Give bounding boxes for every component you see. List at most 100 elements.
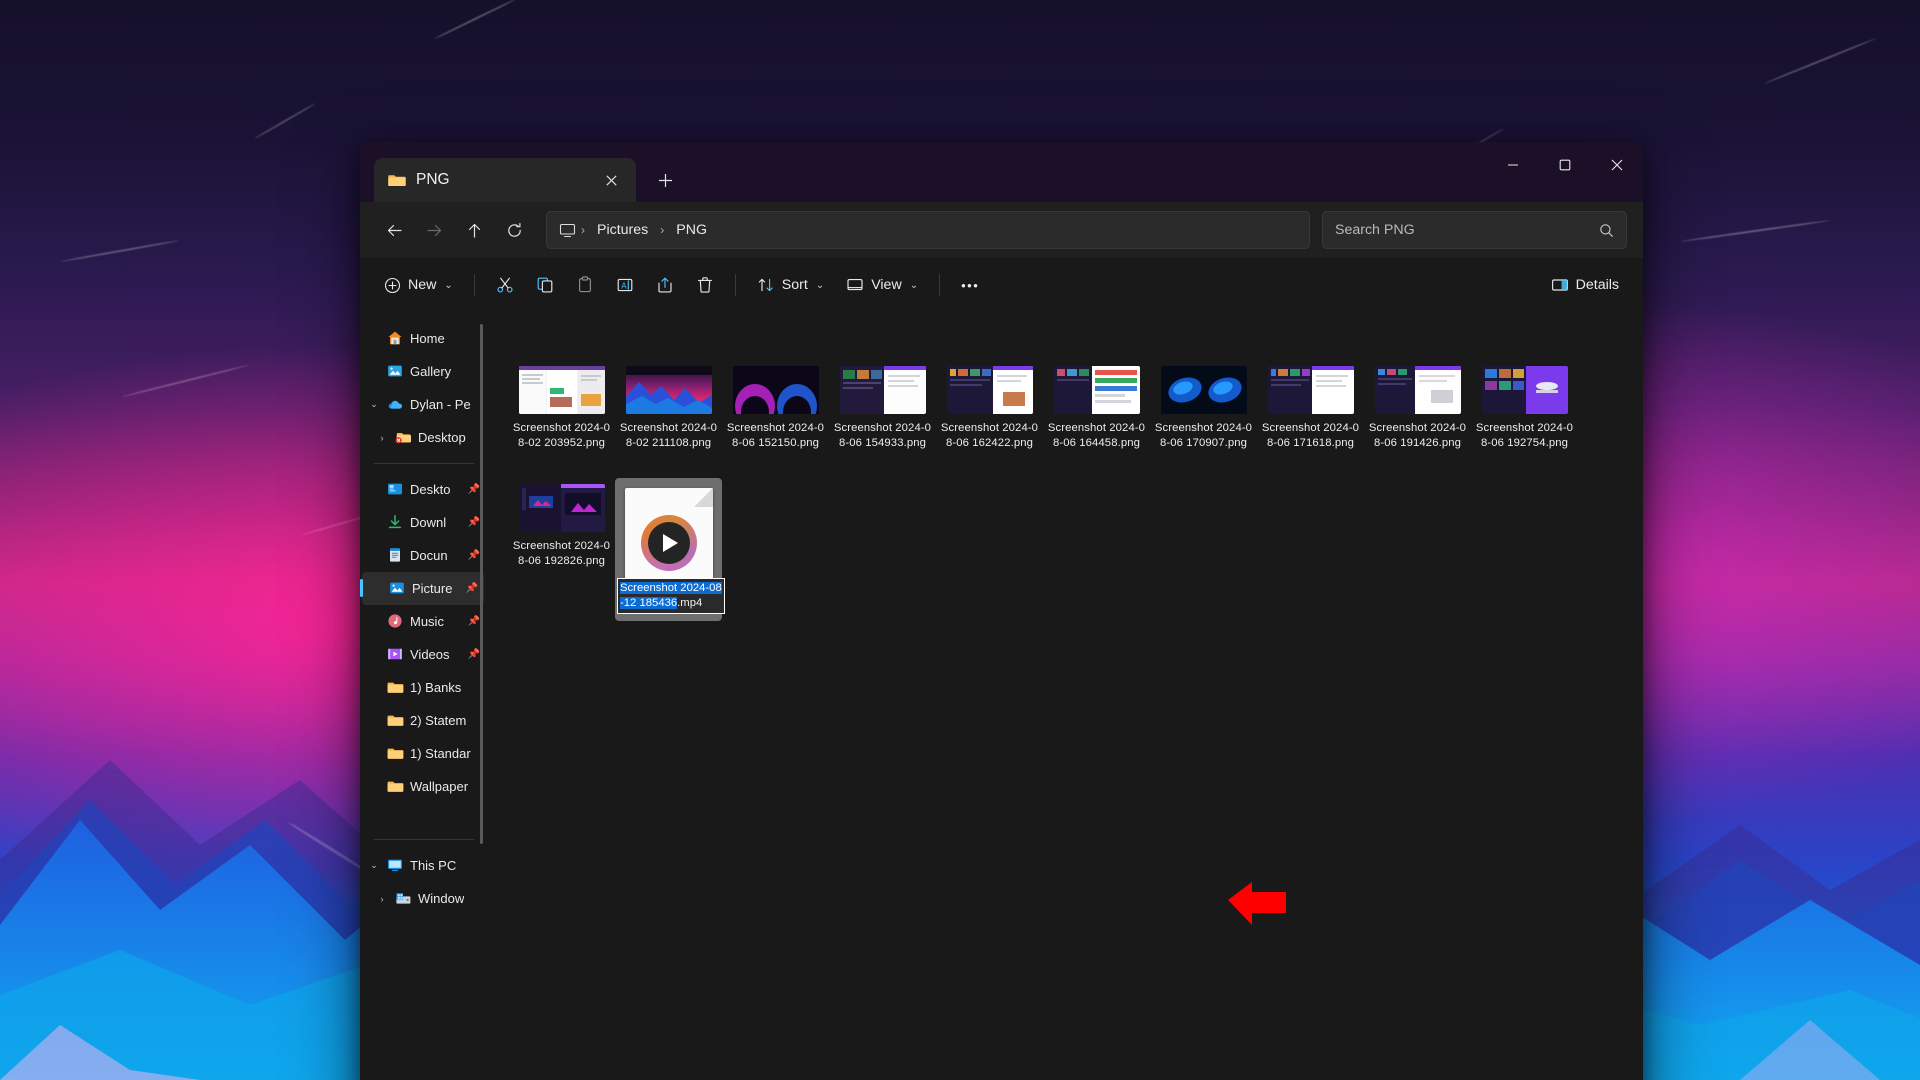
wallpaper-streak (434, 0, 516, 40)
sidebar-item-gallery[interactable]: Gallery (360, 355, 486, 388)
breadcrumb-item-png[interactable]: PNG (669, 219, 714, 241)
file-thumbnail (518, 484, 605, 533)
monitor-icon[interactable] (559, 222, 576, 239)
pin-icon[interactable]: 📌 (468, 484, 480, 495)
wallpaper-streak (60, 239, 180, 263)
sidebar-item-desktop-onedrive[interactable]: › Desktop (360, 421, 486, 454)
sidebar-scrollbar[interactable] (480, 324, 483, 844)
breadcrumb-item-pictures[interactable]: Pictures (590, 219, 655, 241)
share-button[interactable] (646, 266, 684, 304)
command-bar: New ⌄ A Sort ⌄ View ⌄ ••• Details (360, 258, 1643, 312)
paste-button[interactable] (566, 266, 604, 304)
breadcrumb-separator: › (660, 223, 665, 237)
chevron-down-icon: ⌄ (444, 279, 453, 291)
address-bar-row: › Pictures › PNG Search PNG (360, 202, 1643, 258)
file-item[interactable]: Screenshot 2024-08-06 192826.png (508, 478, 615, 621)
close-button[interactable] (1591, 142, 1643, 188)
sidebar-item-this-pc[interactable]: ⌄ This PC (360, 849, 486, 882)
music-icon (387, 613, 405, 631)
delete-button[interactable] (686, 266, 724, 304)
breadcrumb[interactable]: › Pictures › PNG (546, 211, 1310, 249)
sidebar-item-statements[interactable]: 2) Statem (360, 704, 486, 737)
file-thumbnail (625, 366, 712, 414)
file-item[interactable]: Screenshot 2024-08-06 191426.png (1364, 360, 1471, 458)
view-button[interactable]: View ⌄ (836, 266, 928, 304)
gallery-icon (387, 363, 405, 381)
sidebar-item-documents[interactable]: Docun 📌 (360, 539, 486, 572)
file-item[interactable]: Screenshot 2024-08-06 192754.png (1471, 360, 1578, 458)
sidebar-item-wallpaper[interactable]: Wallpaper (360, 770, 486, 803)
navigation-sidebar[interactable]: Home Gallery ⌄ Dylan - Pe › Desktop Desk… (360, 312, 486, 1080)
rename-input[interactable]: Screenshot 2024-08-12 185436.mp4 (617, 578, 725, 615)
up-button[interactable] (456, 212, 492, 248)
search-input[interactable]: Search PNG (1322, 211, 1627, 249)
new-tab-button[interactable] (646, 161, 684, 199)
pin-icon[interactable]: 📌 (468, 616, 480, 627)
folder-icon (387, 778, 405, 796)
search-icon[interactable] (1599, 223, 1614, 238)
tab-close-icon[interactable] (598, 167, 624, 193)
file-item[interactable]: Screenshot 2024-08-06 152150.png (722, 360, 829, 458)
file-item-selected-video[interactable]: Screenshot 2024-08-12 185436.mp4 (615, 478, 725, 622)
chevron-down-icon[interactable]: ⌄ (366, 399, 382, 410)
sidebar-item-downloads[interactable]: Downl 📌 (360, 506, 486, 539)
refresh-button[interactable] (496, 212, 532, 248)
sidebar-item-label: 1) Standar (410, 746, 471, 761)
rename-icon: A (616, 276, 634, 294)
sidebar-item-videos[interactable]: Videos 📌 (360, 638, 486, 671)
chevron-down-icon[interactable]: ⌄ (366, 860, 382, 871)
chevron-right-icon[interactable]: › (374, 433, 390, 443)
sidebar-item-pictures[interactable]: Picture 📌 (360, 572, 484, 605)
svg-text:A: A (621, 281, 627, 290)
file-list-content[interactable]: Screenshot 2024-08-02 203952.png Screens… (486, 312, 1643, 1080)
file-item[interactable]: Screenshot 2024-08-06 162422.png (936, 360, 1043, 458)
pin-icon[interactable]: 📌 (466, 583, 478, 594)
file-thumbnail (1374, 366, 1461, 414)
pin-icon[interactable]: 📌 (468, 517, 480, 528)
file-item[interactable]: Screenshot 2024-08-02 211108.png (615, 360, 722, 458)
pin-icon[interactable]: 📌 (468, 649, 480, 660)
new-button-label: New (408, 277, 437, 293)
copy-button[interactable] (526, 266, 564, 304)
file-name: Screenshot 2024-08-02 203952.png (512, 422, 611, 449)
file-thumbnail (839, 366, 926, 414)
file-grid: Screenshot 2024-08-02 203952.png Screens… (508, 334, 1643, 622)
minimize-button[interactable] (1487, 142, 1539, 188)
rename-button[interactable]: A (606, 266, 644, 304)
file-item[interactable]: Screenshot 2024-08-06 171618.png (1257, 360, 1364, 458)
sidebar-item-onedrive[interactable]: ⌄ Dylan - Pe (360, 388, 486, 421)
cut-button[interactable] (486, 266, 524, 304)
file-item[interactable]: Screenshot 2024-08-02 203952.png (508, 360, 615, 458)
window-titlebar[interactable]: PNG (360, 142, 1643, 202)
file-item[interactable]: Screenshot 2024-08-06 164458.png (1043, 360, 1150, 458)
chevron-right-icon[interactable]: › (374, 894, 390, 904)
pin-icon[interactable]: 📌 (468, 550, 480, 561)
file-item[interactable]: Screenshot 2024-08-06 170907.png (1150, 360, 1257, 458)
sidebar-divider (374, 839, 474, 840)
file-name: Screenshot 2024-08-06 192754.png (1475, 422, 1574, 449)
sidebar-item-label: Downl (410, 515, 447, 530)
maximize-button[interactable] (1539, 142, 1591, 188)
sidebar-item-standard[interactable]: 1) Standar (360, 737, 486, 770)
tab-png[interactable]: PNG (374, 158, 636, 202)
sort-button[interactable]: Sort ⌄ (747, 266, 834, 304)
sidebar-item-desktop[interactable]: Deskto 📌 (360, 473, 486, 506)
sidebar-item-label: Music (410, 614, 444, 629)
details-pane-icon (1551, 276, 1569, 294)
new-button[interactable]: New ⌄ (374, 266, 463, 304)
back-button[interactable] (376, 212, 412, 248)
wallpaper-streak (121, 364, 249, 398)
sidebar-item-music[interactable]: Music 📌 (360, 605, 486, 638)
sidebar-item-label: Desktop (418, 430, 466, 445)
sidebar-item-home[interactable]: Home (360, 322, 486, 355)
details-pane-button[interactable]: Details (1541, 266, 1629, 304)
videos-icon (387, 646, 405, 664)
sidebar-divider (374, 463, 474, 464)
sidebar-item-windows-drive[interactable]: › Window (360, 882, 486, 915)
desktop-icon (387, 481, 405, 499)
forward-button[interactable] (416, 212, 452, 248)
sidebar-item-banks[interactable]: 1) Banks (360, 671, 486, 704)
more-options-button[interactable]: ••• (951, 266, 989, 304)
sidebar-item-label: Home (410, 331, 445, 346)
file-item[interactable]: Screenshot 2024-08-06 154933.png (829, 360, 936, 458)
